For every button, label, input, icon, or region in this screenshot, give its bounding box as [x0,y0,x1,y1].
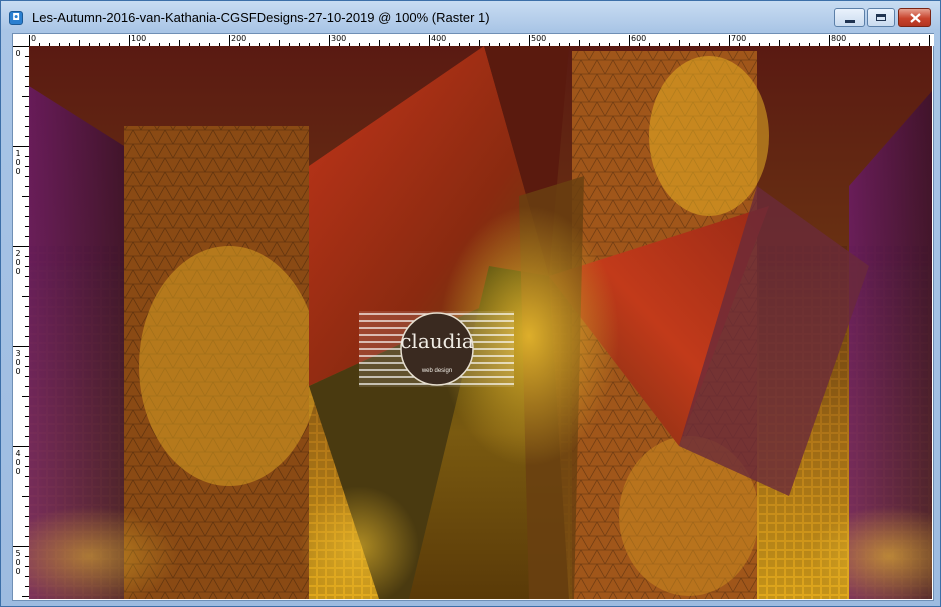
ruler-left-label: 4 [15,449,21,458]
ruler-left-label: 0 [15,467,21,476]
close-icon [910,13,921,23]
ruler-top-label: 200 [231,34,247,43]
horizontal-ruler: 0 100 200 300 400 500 600 700 800 [13,34,934,46]
ruler-left-label: 0 [15,458,21,467]
ruler-left-label: 0 [15,167,21,176]
ruler-left-label: 0 [15,49,21,58]
watermark-name: claudia [400,329,474,353]
ruler-left-label: 0 [15,367,21,376]
ruler-top-label: 500 [531,34,547,43]
ruler-top-label: 600 [631,34,647,43]
horizontal-ruler-ticks [29,35,930,46]
image-window: ◘ Les-Autumn-2016-van-Kathania-CGSFDesig… [0,0,941,607]
ruler-top-label: 0 [31,34,37,43]
ruler-left-label: 2 [15,249,21,258]
ruler-left-label: 0 [15,358,21,367]
ruler-left-label: 1 [15,149,21,158]
ruler-top-label: 100 [131,34,147,43]
watermark-tagline: web design [421,368,453,374]
window-title: Les-Autumn-2016-van-Kathania-CGSFDesigns… [32,10,490,25]
ruler-top-label: 800 [831,34,847,43]
ruler-top-label: 400 [431,34,447,43]
ruler-top-label: 300 [331,34,347,43]
ruler-left-label: 0 [15,567,21,576]
vertical-ruler: 0100200300400500 [13,46,29,599]
ruler-top-label: 700 [731,34,747,43]
ruler-corner [13,34,29,46]
ruler-left-label: 0 [15,558,21,567]
title-bar[interactable]: ◘ Les-Autumn-2016-van-Kathania-CGSFDesig… [1,1,940,35]
ruler-left-label: 0 [15,158,21,167]
autumn-artwork [29,46,932,599]
ruler-left-label: 5 [15,549,21,558]
app-icon[interactable]: ◘ [9,11,23,25]
close-button[interactable] [898,8,931,27]
minimize-button[interactable] [834,8,865,27]
ruler-left-label: 0 [15,267,21,276]
ruler-left-label: 3 [15,349,21,358]
maximize-button[interactable] [867,8,895,27]
canvas-image[interactable]: claudia web design [29,46,932,599]
ruler-left-label: 0 [15,258,21,267]
vertical-ruler-ticks [13,46,29,597]
